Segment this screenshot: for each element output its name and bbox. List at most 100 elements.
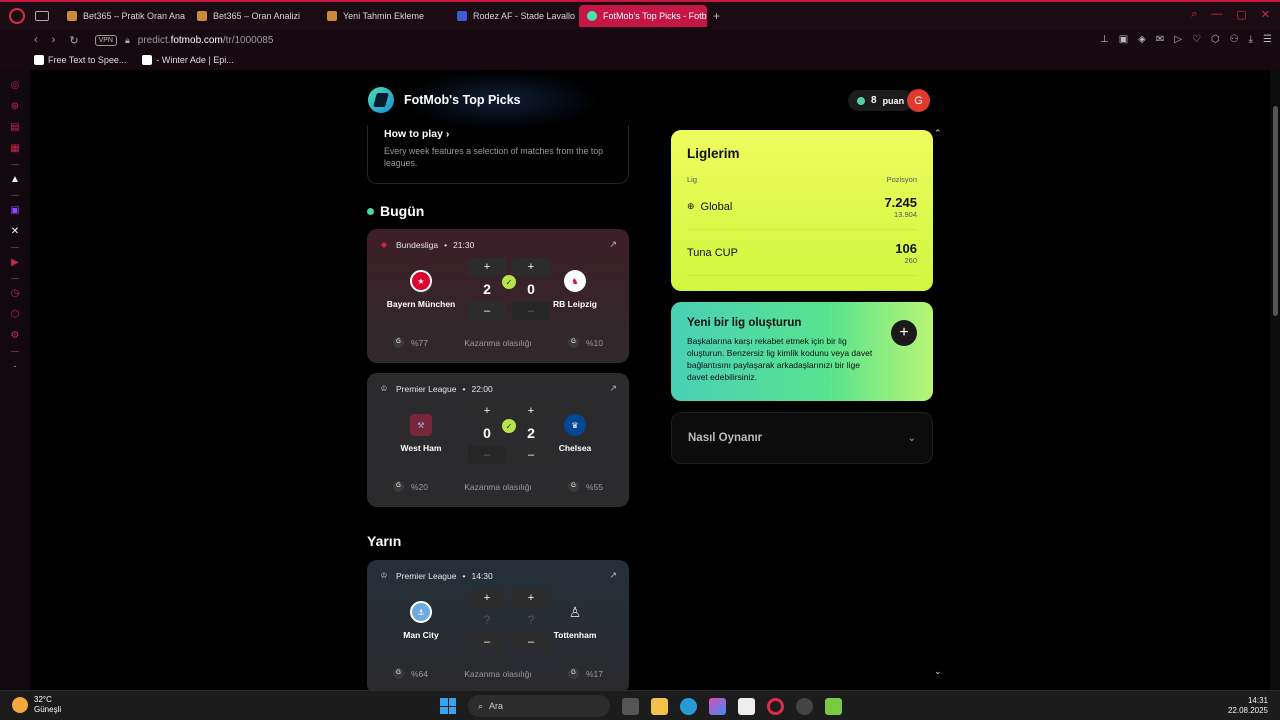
vpn-icon[interactable]: ✉ [1156, 34, 1164, 45]
reload-icon[interactable]: ↻ [69, 34, 78, 47]
how-to-play-accordion[interactable]: Nasıl Oynanır ⌄ [671, 412, 933, 464]
tab-favicon-icon [457, 11, 467, 21]
browser-tab-active[interactable]: FotMob's Top Picks - Fotb [579, 5, 707, 27]
tab-favicon-icon [327, 11, 337, 21]
brand[interactable]: FotMob's Top Picks [368, 87, 521, 113]
app-arrow-icon[interactable] [825, 697, 842, 715]
profile-icon[interactable]: ⚇ [1230, 34, 1239, 45]
url-field[interactable]: predict.fotmob.com/tr/1000085 [138, 35, 274, 46]
pin-icon[interactable]: ⊥ [1100, 34, 1109, 45]
history-icon[interactable]: ◷ [9, 288, 21, 300]
external-link-icon[interactable]: ↗ [609, 239, 617, 250]
section-tomorrow: Yarın [367, 533, 402, 549]
match-header: ◆ Bundesliga • 21:30 ↗ [380, 239, 617, 250]
bookmark-item[interactable]: - Winter Ade | Epi... [142, 55, 234, 65]
extensions-icon[interactable]: ⬡ [9, 309, 21, 321]
browser-tab[interactable]: Bet365 – Oran Analizi [189, 5, 317, 27]
how-to-play-title: How to play › [384, 128, 450, 140]
weather-widget[interactable]: 32°C Güneşli [12, 695, 61, 715]
copilot-icon[interactable] [709, 697, 726, 715]
page-scrollbar[interactable] [1270, 70, 1280, 690]
file-explorer-icon[interactable] [651, 697, 668, 715]
task-view-icon[interactable] [622, 697, 639, 715]
twitch-icon[interactable]: ▣ [9, 205, 21, 217]
player-icon[interactable]: ▷ [1174, 34, 1182, 45]
messenger-icon[interactable]: ▤ [9, 122, 21, 134]
sidebar-divider [11, 278, 19, 279]
premier-league-icon: ♔ [380, 570, 388, 580]
more-icon[interactable]: · [9, 361, 21, 373]
chatgpt-icon[interactable]: ⊛ [9, 101, 21, 113]
scroll-thumb[interactable] [1273, 106, 1278, 316]
player-icon[interactable]: ▶ [9, 257, 21, 269]
minimize-icon[interactable]: — [1211, 8, 1222, 21]
home-decrement-button[interactable]: – [468, 446, 506, 464]
forward-icon[interactable]: › [52, 34, 56, 46]
close-icon[interactable]: ✕ [1261, 8, 1270, 21]
how-to-play-card[interactable]: How to play › Every week features a sele… [367, 125, 629, 184]
scroll-up-icon[interactable]: ⌃ [934, 128, 942, 139]
lock-icon[interactable]: 🔒︎ [125, 35, 130, 46]
bookmark-item[interactable]: Free Text to Spee... [34, 55, 126, 65]
edge-icon[interactable] [680, 697, 697, 715]
points-badge[interactable]: 8 puan [848, 90, 914, 111]
league-row[interactable]: ⊕ Global 7.245 13.904 [687, 184, 917, 230]
away-team: ♛ Chelsea [535, 414, 615, 453]
opera-icon[interactable] [767, 697, 784, 715]
create-league-title: Yeni bir lig oluşturun [687, 317, 802, 329]
shield-icon[interactable]: ◈ [1138, 34, 1146, 45]
create-league-button[interactable]: + [891, 320, 917, 346]
external-link-icon[interactable]: ↗ [609, 383, 617, 394]
leipzig-crest-icon: ♞ [564, 270, 586, 292]
browser-tab[interactable]: Bet365 – Pratik Oran Ana [59, 5, 187, 27]
taskbar-search[interactable]: ⌕ Ara [468, 695, 610, 717]
live-dot-icon [367, 207, 374, 215]
heart-icon[interactable]: ♡ [1192, 34, 1201, 45]
home-team: ⚒ West Ham [381, 414, 461, 453]
match-card: ♔ Premier League • 22:00 ↗ ⚒ West Ham + … [367, 373, 629, 507]
app-icon[interactable]: ▲ [9, 174, 21, 186]
sun-icon [12, 697, 28, 713]
premier-league-icon: ♔ [380, 383, 388, 393]
google-icon: G [567, 337, 579, 348]
tab-island-icon[interactable] [35, 11, 49, 21]
extensions-icon[interactable]: ⬡ [1211, 34, 1220, 45]
home-decrement-button[interactable]: – [468, 633, 506, 651]
home-decrement-button[interactable]: – [468, 302, 506, 320]
steam-icon[interactable] [796, 697, 813, 715]
vpn-badge[interactable]: VPN [94, 34, 117, 46]
download-icon[interactable]: ⤓ [1249, 34, 1253, 45]
home-increment-button[interactable]: + [468, 402, 506, 420]
my-leagues-card: Liglerim Lig Pozisyon ⊕ Global 7.245 13.90… [671, 130, 933, 291]
maximize-icon[interactable]: ▢ [1236, 8, 1246, 21]
mail-icon[interactable]: ▦ [9, 143, 21, 155]
settings-icon[interactable]: ⚙ [9, 330, 21, 342]
store-icon[interactable] [738, 697, 755, 715]
back-icon[interactable]: ‹ [34, 34, 38, 46]
globe-icon: ⊕ [687, 201, 695, 211]
match-footer: G %77 Kazanma olasılığı G %10 [379, 334, 617, 350]
browser-tab[interactable]: Rodez AF - Stade Lavallo [449, 5, 577, 27]
tab-favicon-icon [67, 11, 77, 21]
windows-start-icon[interactable] [440, 698, 456, 714]
opera-logo-icon[interactable] [9, 8, 25, 24]
external-link-icon[interactable]: ↗ [609, 570, 617, 581]
bayern-crest-icon: ★ [410, 270, 432, 292]
sidebar-divider [11, 195, 19, 196]
aria-icon[interactable]: ◎ [9, 80, 21, 92]
match-footer: G %64 Kazanma olasılığı G %17 [379, 665, 617, 681]
browser-tab[interactable]: Yeni Tahmin Ekleme [319, 5, 447, 27]
taskbar: 32°C Güneşli ⌕ Ara 14:31 22.08.2025 [0, 690, 1280, 720]
create-league-card[interactable]: Yeni bir lig oluşturun Başkalarına karşı… [671, 302, 933, 401]
league-row[interactable]: Tuna CUP 106 260 [687, 230, 917, 276]
home-increment-button[interactable]: + [468, 589, 506, 607]
menu-icon[interactable]: ☰ [1263, 34, 1272, 45]
x-icon[interactable]: ✕ [9, 226, 21, 238]
search-tabs-icon[interactable]: ⌕ [1191, 8, 1197, 21]
new-tab-button[interactable]: + [713, 9, 720, 23]
avatar[interactable]: G [907, 89, 930, 112]
home-increment-button[interactable]: + [468, 258, 506, 276]
taskbar-clock[interactable]: 14:31 22.08.2025 [1228, 696, 1268, 716]
scroll-down-icon[interactable]: ⌄ [934, 666, 942, 677]
snapshot-icon[interactable]: ▣ [1119, 34, 1128, 45]
